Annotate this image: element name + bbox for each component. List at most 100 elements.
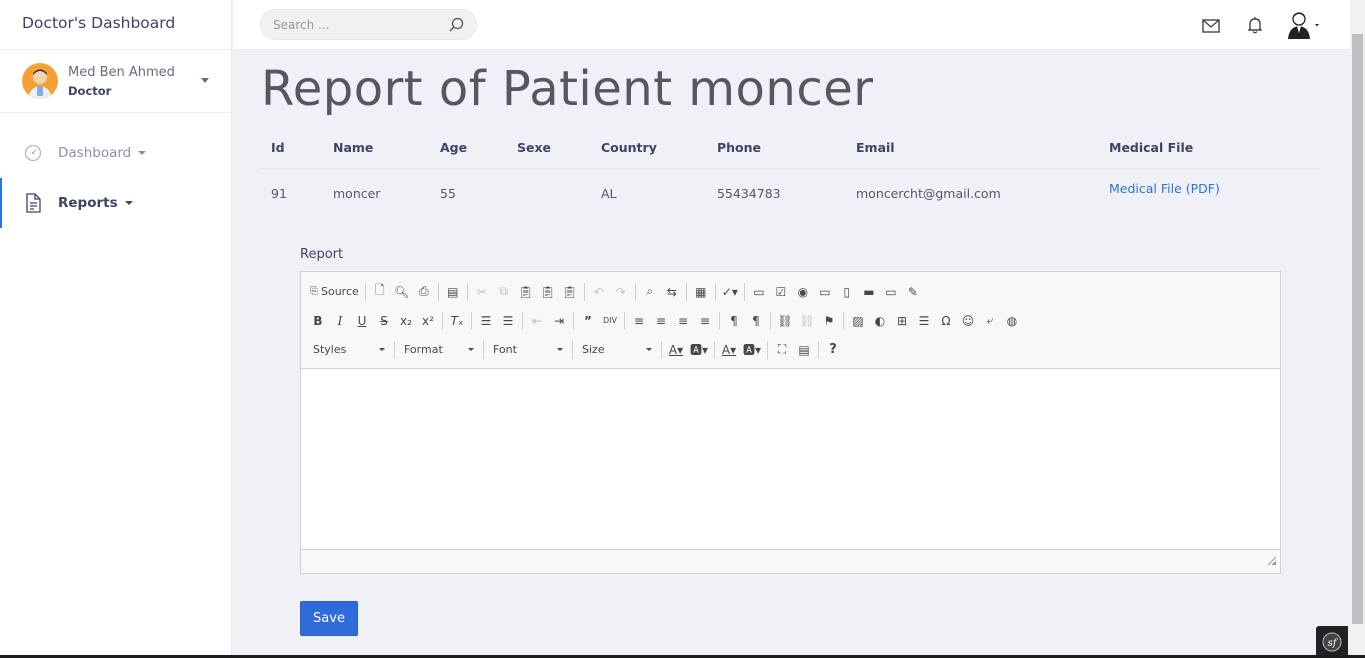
brand-title[interactable]: Doctor's Dashboard: [0, 0, 231, 50]
copy-icon[interactable]: ⧉: [493, 281, 515, 303]
column-header: Age: [430, 128, 507, 169]
print-icon[interactable]: ⎙: [413, 281, 435, 303]
bulleted-list-icon[interactable]: ☰: [497, 310, 519, 332]
table-row: 91 moncer 55 AL 55434783 moncercht@gmail…: [261, 168, 1321, 218]
format-dropdown[interactable]: Format: [398, 339, 480, 361]
justify-icon[interactable]: ≡: [694, 310, 716, 332]
bg-color-icon[interactable]: 🅰▾: [687, 339, 711, 361]
save-button[interactable]: Save: [300, 601, 358, 636]
form-icon[interactable]: ▭: [748, 281, 770, 303]
cell-id: 91: [271, 185, 287, 201]
dashboard-gauge-icon: [24, 144, 42, 162]
align-right-icon[interactable]: ≡: [672, 310, 694, 332]
div-icon[interactable]: DIV: [599, 310, 621, 332]
editor-content-area[interactable]: [301, 369, 1280, 550]
flash-icon[interactable]: ◐: [869, 310, 891, 332]
hidden-field-icon[interactable]: ✎: [902, 281, 924, 303]
search-icon[interactable]: [448, 17, 464, 37]
maximize-icon[interactable]: ⛶: [771, 339, 793, 361]
scrollbar[interactable]: [1350, 0, 1365, 658]
image-icon[interactable]: ▨: [847, 310, 869, 332]
cell-country: AL: [601, 185, 617, 201]
special-char-icon[interactable]: Ω: [935, 310, 957, 332]
redo-icon[interactable]: ↷: [610, 281, 632, 303]
anchor-flag-icon[interactable]: ⚑: [818, 310, 840, 332]
link-icon[interactable]: ⛓: [774, 310, 796, 332]
rich-text-editor: ⎘ Source 🗋 🔍︎ ⎙ ▤ ✂ ⧉ 📋︎ 📋︎ 📋︎ ↶ ↷ ⌕ ⇆ ▦…: [300, 271, 1281, 574]
templates-icon[interactable]: ▤: [442, 281, 464, 303]
italic-icon[interactable]: I: [329, 310, 351, 332]
sidebar-item-reports[interactable]: Reports: [0, 178, 231, 228]
scrollbar-thumb[interactable]: [1352, 34, 1363, 624]
text-color-icon[interactable]: A▾: [718, 339, 740, 361]
undo-icon[interactable]: ↶: [588, 281, 610, 303]
medical-file-link[interactable]: Medical File (PDF): [1109, 181, 1220, 196]
spellcheck-icon[interactable]: ✓▾: [719, 281, 741, 303]
show-blocks-icon[interactable]: ▤: [793, 339, 815, 361]
patient-table: Id Name Age Sexe Country Phone Email Med…: [261, 128, 1321, 218]
help-icon[interactable]: ?: [822, 339, 844, 361]
column-header: Name: [323, 128, 430, 169]
bg-color-icon[interactable]: 🅰▾: [740, 339, 764, 361]
find-icon[interactable]: ⌕: [639, 281, 661, 303]
horizontal-rule-icon[interactable]: ☰: [913, 310, 935, 332]
ltr-icon[interactable]: ¶: [723, 310, 745, 332]
source-button[interactable]: ⎘ Source: [307, 281, 362, 303]
document-icon: [24, 193, 42, 213]
sidebar-item-dashboard[interactable]: Dashboard: [0, 128, 231, 178]
superscript-icon[interactable]: x²: [417, 310, 439, 332]
button-field-icon[interactable]: ▭: [880, 281, 902, 303]
search-input[interactable]: [273, 18, 443, 32]
indent-icon[interactable]: ⇥: [548, 310, 570, 332]
underline-icon[interactable]: U: [351, 310, 373, 332]
textfield-icon[interactable]: ▭: [814, 281, 836, 303]
remove-format-icon[interactable]: Tₓ: [446, 310, 468, 332]
paste-icon[interactable]: 📋︎: [515, 281, 537, 303]
resize-handle-icon[interactable]: [1267, 551, 1277, 570]
numbered-list-icon[interactable]: ☰: [475, 310, 497, 332]
checkbox-icon[interactable]: ☑: [770, 281, 792, 303]
rtl-icon[interactable]: ¶: [745, 310, 767, 332]
search-box: [260, 9, 477, 40]
source-label: Source: [321, 285, 359, 298]
styles-label: Styles: [313, 343, 347, 356]
page-break-icon[interactable]: ⤶: [979, 310, 1001, 332]
outdent-icon[interactable]: ⇤: [526, 310, 548, 332]
align-left-icon[interactable]: ≡: [628, 310, 650, 332]
select-all-icon[interactable]: ▦: [690, 281, 712, 303]
textarea-icon[interactable]: ▯: [836, 281, 858, 303]
new-page-icon[interactable]: 🗋: [369, 281, 391, 303]
symfony-toolbar-icon[interactable]: sf: [1316, 626, 1348, 658]
text-color-icon[interactable]: A▾: [665, 339, 687, 361]
radio-icon[interactable]: ◉: [792, 281, 814, 303]
subscript-icon[interactable]: x₂: [395, 310, 417, 332]
preview-icon[interactable]: 🔍︎: [391, 281, 413, 303]
select-field-icon[interactable]: ▬: [858, 281, 880, 303]
styles-dropdown[interactable]: Styles: [307, 339, 391, 361]
replace-icon[interactable]: ⇆: [661, 281, 683, 303]
user-profile[interactable]: Med Ben Ahmed Doctor: [0, 50, 231, 113]
mail-icon[interactable]: [1202, 18, 1220, 37]
user-avatar-icon[interactable]: [1288, 11, 1322, 43]
table-icon[interactable]: ⊞: [891, 310, 913, 332]
cut-icon[interactable]: ✂: [471, 281, 493, 303]
size-dropdown[interactable]: Size: [576, 339, 658, 361]
unlink-icon[interactable]: ⛓: [796, 310, 818, 332]
column-header: Email: [846, 128, 1099, 169]
bold-icon[interactable]: B: [307, 310, 329, 332]
font-dropdown[interactable]: Font: [487, 339, 569, 361]
smiley-icon[interactable]: ☺: [957, 310, 979, 332]
user-avatar-icon: [22, 63, 58, 99]
align-center-icon[interactable]: ≡: [650, 310, 672, 332]
paste-word-icon[interactable]: 📋︎: [559, 281, 581, 303]
blockquote-icon[interactable]: ”: [577, 310, 599, 332]
paste-text-icon[interactable]: 📋︎: [537, 281, 559, 303]
page-title: Report of Patient moncer: [261, 61, 874, 117]
main-content: Report of Patient moncer Id Name Age Sex…: [233, 51, 1350, 658]
iframe-globe-icon[interactable]: ◍: [1001, 310, 1023, 332]
strike-icon[interactable]: S: [373, 310, 395, 332]
top-header: [233, 0, 1350, 50]
chevron-down-icon: [468, 348, 474, 351]
chevron-down-icon[interactable]: [201, 78, 209, 83]
bell-icon[interactable]: [1247, 16, 1263, 38]
